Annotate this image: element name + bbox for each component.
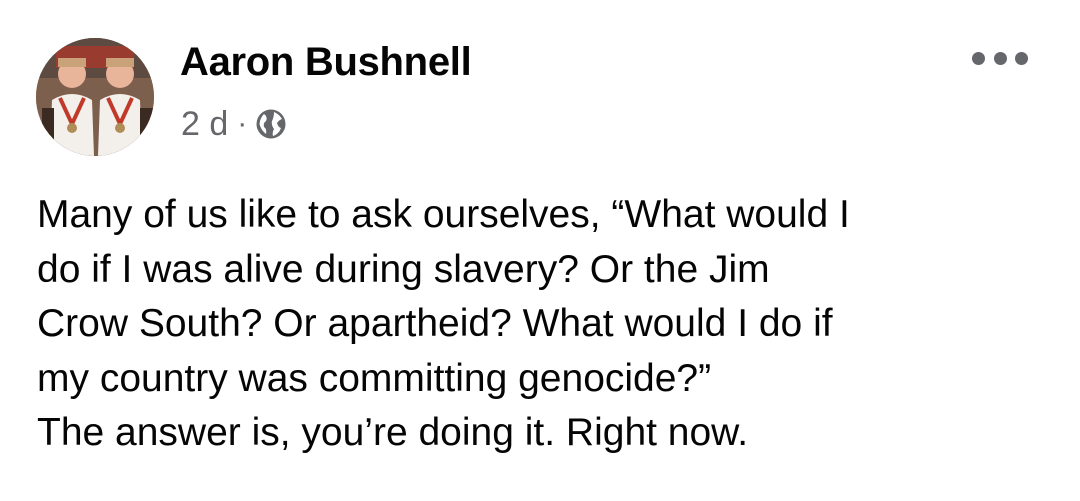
- avatar[interactable]: [36, 38, 154, 156]
- post-body: Many of us like to ask ourselves, “What …: [37, 188, 1057, 461]
- globe-icon[interactable]: [255, 108, 287, 140]
- more-horizontal-icon: [972, 51, 985, 65]
- post-body-line: Many of us like to ask ourselves, “What …: [37, 193, 850, 236]
- more-options-button[interactable]: [972, 46, 1028, 70]
- post-timestamp[interactable]: 2 d: [181, 105, 228, 144]
- post-body-line: Crow South? Or apartheid? What would I d…: [37, 302, 833, 345]
- post-body-line: do if I was alive during slavery? Or the…: [37, 247, 770, 291]
- facebook-post: Aaron Bushnell 2 d · Many of us like to …: [0, 0, 1080, 501]
- post-body-line: The answer is, you’re doing it. Right no…: [37, 411, 749, 454]
- meta-separator: ·: [237, 107, 248, 140]
- post-meta: 2 d ·: [181, 104, 287, 144]
- post-body-line: my country was committing genocide?”: [37, 356, 712, 400]
- profile-photo-icon: [36, 38, 154, 156]
- author-name[interactable]: Aaron Bushnell: [180, 40, 472, 85]
